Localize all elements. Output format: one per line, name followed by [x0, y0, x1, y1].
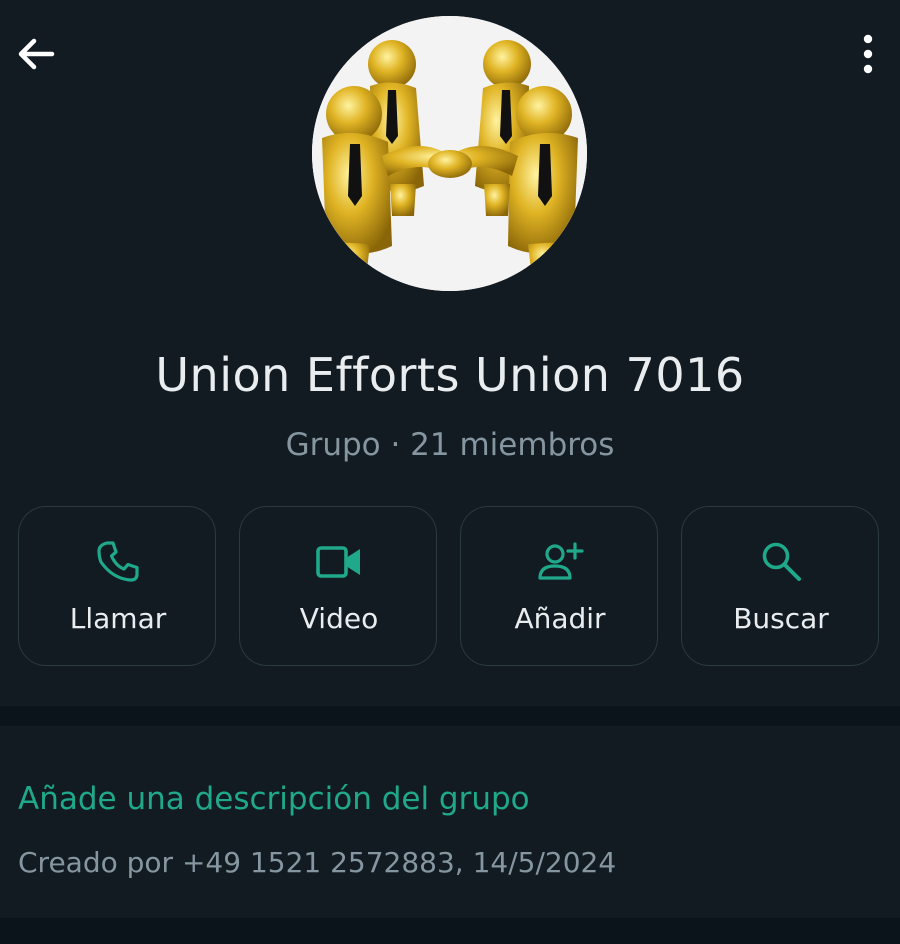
- group-avatar[interactable]: [312, 16, 587, 291]
- add-person-icon: [538, 542, 584, 580]
- video-camera-icon: [316, 546, 360, 578]
- back-button[interactable]: [14, 32, 58, 76]
- search-button[interactable]: Buscar: [681, 506, 879, 666]
- section-divider: [0, 706, 900, 726]
- video-button[interactable]: Video: [239, 506, 437, 666]
- video-label: Video: [299, 602, 379, 635]
- action-buttons: Llamar Video Añadir Buscar: [18, 506, 882, 668]
- arrow-left-icon: [18, 38, 55, 70]
- call-button[interactable]: Llamar: [18, 506, 216, 666]
- group-avatar-image: [312, 16, 587, 291]
- created-by-text: Creado por +49 1521 2572883, 14/5/2024: [18, 846, 617, 879]
- add-label: Añadir: [514, 602, 606, 635]
- more-vert-icon: [863, 34, 873, 74]
- search-icon: [762, 542, 801, 581]
- add-description-link[interactable]: Añade una descripción del grupo: [18, 776, 530, 822]
- group-name[interactable]: Union Efforts Union 7016: [0, 340, 900, 410]
- group-member-count: Grupo · 21 miembros: [285, 427, 615, 463]
- more-options-button[interactable]: [852, 32, 884, 76]
- phone-icon: [97, 541, 139, 582]
- section-divider-bottom: [0, 918, 900, 944]
- search-label: Buscar: [733, 602, 829, 635]
- add-button[interactable]: Añadir: [460, 506, 658, 666]
- call-label: Llamar: [69, 602, 167, 635]
- description-section: Añade una descripción del grupo Creado p…: [0, 726, 900, 918]
